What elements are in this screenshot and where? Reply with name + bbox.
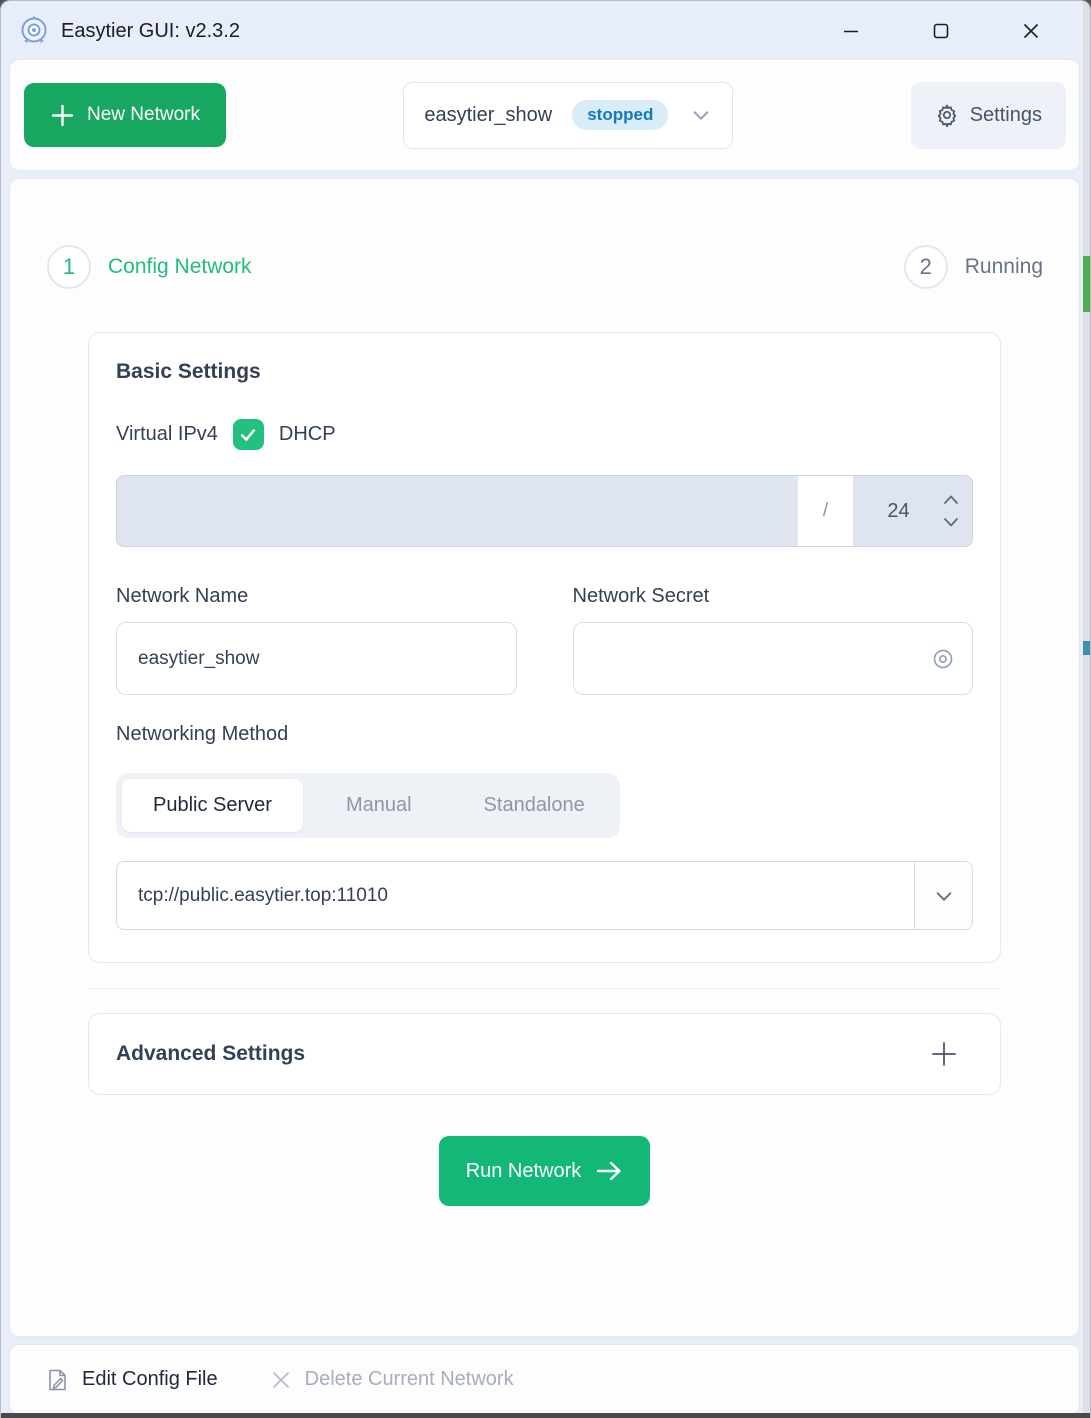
delete-current-network-label: Delete Current Network	[305, 1368, 514, 1391]
run-network-button[interactable]: Run Network	[439, 1136, 651, 1206]
prefix-length-stepper[interactable]: 24	[853, 475, 973, 547]
spinner-buttons	[944, 495, 972, 527]
app-window: Easytier GUI: v2.3.2 New Network easytie…	[0, 0, 1091, 1418]
title-bar: Easytier GUI: v2.3.2	[1, 1, 1090, 61]
prefix-length-value: 24	[853, 500, 944, 523]
run-row: Run Network	[10, 1136, 1079, 1206]
advanced-settings-card[interactable]: Advanced Settings	[88, 1013, 1001, 1095]
network-selector-dropdown[interactable]: easytier_show stopped	[403, 82, 733, 149]
selected-network-name: easytier_show	[424, 104, 552, 127]
edit-file-icon	[47, 1368, 69, 1392]
tab-manual[interactable]: Manual	[317, 779, 441, 832]
minimize-button[interactable]	[806, 9, 896, 53]
expand-plus-icon[interactable]	[930, 1040, 958, 1068]
config-page: 1 Config Network 2 Running Basic Setting…	[9, 178, 1080, 1337]
dhcp-checkbox[interactable]	[233, 419, 264, 450]
next-page-edge-sliver	[1083, 1, 1090, 1418]
delete-current-network-button[interactable]: Delete Current Network	[270, 1368, 514, 1391]
app-logo-icon	[17, 14, 51, 48]
step-number: 1	[47, 245, 91, 289]
step-config-network: 1 Config Network	[47, 245, 252, 289]
basic-settings-card: Basic Settings Virtual IPv4 DHCP / 24	[88, 332, 1001, 963]
network-secret-input[interactable]	[573, 622, 974, 695]
new-network-button[interactable]: New Network	[24, 83, 226, 147]
basic-settings-title: Basic Settings	[116, 360, 973, 384]
ip-prefix-separator: /	[798, 475, 853, 547]
step-label: Running	[965, 255, 1043, 279]
spinner-up-icon[interactable]	[944, 495, 958, 504]
gear-icon	[935, 103, 959, 127]
edit-config-file-button[interactable]: Edit Config File	[47, 1368, 218, 1392]
virtual-ipv4-input-group: / 24	[116, 475, 973, 547]
run-network-label: Run Network	[466, 1160, 582, 1183]
settings-button[interactable]: Settings	[911, 82, 1066, 149]
virtual-ipv4-input[interactable]	[116, 475, 798, 547]
virtual-ipv4-row: Virtual IPv4 DHCP	[116, 419, 973, 450]
arrow-right-icon	[595, 1159, 623, 1183]
edit-config-file-label: Edit Config File	[82, 1368, 218, 1391]
network-name-label: Network Name	[116, 585, 517, 608]
window-controls	[806, 1, 1076, 61]
step-label: Config Network	[108, 255, 252, 279]
advanced-settings-title: Advanced Settings	[116, 1042, 305, 1066]
eye-icon[interactable]	[931, 647, 955, 671]
stepper: 1 Config Network 2 Running	[10, 179, 1079, 289]
network-secret-label: Network Secret	[573, 585, 974, 608]
public-server-url: tcp://public.easytier.top:11010	[117, 862, 914, 929]
name-secret-labels: Network Name Network Secret	[116, 585, 973, 608]
networking-method-label: Networking Method	[116, 723, 973, 746]
settings-label: Settings	[970, 104, 1042, 127]
network-secret-wrap	[573, 622, 974, 695]
new-network-label: New Network	[87, 104, 200, 126]
maximize-button[interactable]	[896, 9, 986, 53]
chevron-down-icon	[690, 104, 712, 126]
tab-standalone[interactable]: Standalone	[455, 779, 614, 832]
plus-icon	[50, 103, 75, 128]
footer-bar: Edit Config File Delete Current Network	[9, 1344, 1080, 1415]
window-title: Easytier GUI: v2.3.2	[61, 20, 240, 43]
delete-x-icon	[270, 1369, 292, 1391]
screen-bottom-edge	[1, 1413, 1090, 1418]
toolbar: New Network easytier_show stopped Settin…	[9, 59, 1080, 171]
tab-public-server[interactable]: Public Server	[122, 779, 303, 832]
dropdown-chevron-button[interactable]	[914, 862, 972, 929]
step-number: 2	[904, 245, 948, 289]
sliver-blue-fragment	[1083, 641, 1090, 655]
sliver-green-fragment	[1083, 256, 1090, 312]
virtual-ipv4-label: Virtual IPv4	[116, 423, 218, 446]
dhcp-label: DHCP	[279, 423, 336, 446]
close-button[interactable]	[986, 9, 1076, 53]
step-running: 2 Running	[904, 245, 1043, 289]
name-secret-inputs	[116, 622, 973, 695]
network-name-input[interactable]	[116, 622, 517, 695]
network-status-badge: stopped	[572, 100, 668, 130]
networking-method-tabs: Public Server Manual Standalone	[116, 773, 620, 838]
spinner-down-icon[interactable]	[944, 518, 958, 527]
section-divider	[88, 988, 1001, 989]
public-server-dropdown[interactable]: tcp://public.easytier.top:11010	[116, 861, 973, 930]
